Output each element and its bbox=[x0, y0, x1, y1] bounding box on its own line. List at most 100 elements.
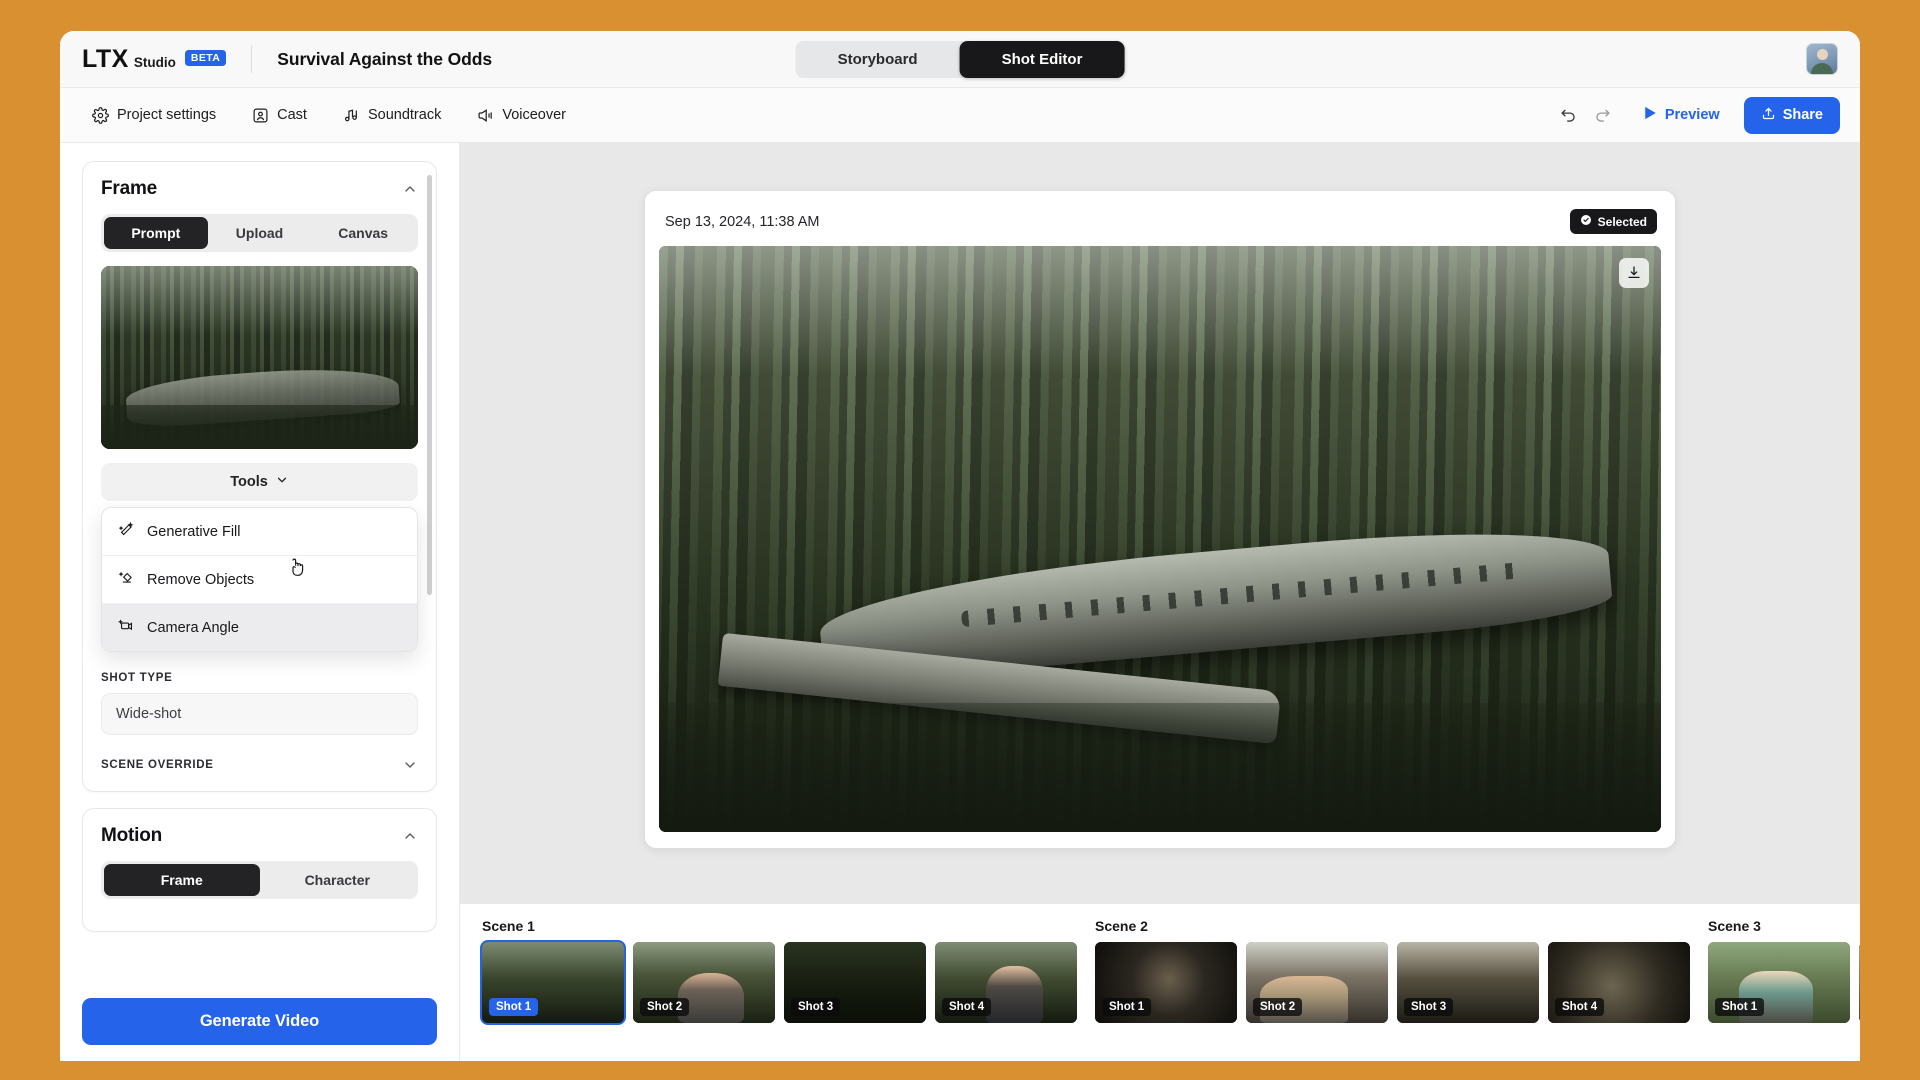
share-label: Share bbox=[1782, 107, 1823, 123]
toolbar-label-project-settings: Project settings bbox=[117, 107, 217, 123]
segment-motion-frame[interactable]: Frame bbox=[104, 864, 260, 896]
logo-text: LTX bbox=[82, 44, 129, 73]
shot-type-label: SHOT TYPE bbox=[101, 672, 173, 684]
shot-timestamp: Sep 13, 2024, 11:38 AM bbox=[665, 213, 820, 230]
undo-icon[interactable] bbox=[1552, 98, 1586, 132]
scene-label: Scene 3 bbox=[1708, 918, 1761, 934]
shot-label: Shot 1 bbox=[1715, 998, 1765, 1016]
menu-item-camera-angle[interactable]: Camera Angle bbox=[102, 558, 417, 651]
logo-studio-text: Studio bbox=[133, 55, 176, 70]
timeline-shot-thumbnail[interactable]: Shot 4 bbox=[1548, 942, 1690, 1023]
toolbar-label-cast: Cast bbox=[277, 107, 307, 123]
toolbar-item-soundtrack[interactable]: Soundtrack bbox=[333, 100, 451, 131]
redo-icon[interactable] bbox=[1586, 98, 1620, 132]
frame-panel: Frame Prompt Upload Canvas Tools Generat… bbox=[82, 161, 437, 792]
scene-label: Scene 2 bbox=[1095, 918, 1148, 934]
timeline-scene: Scene 2 Shot 1 Shot 2 Shot 3 Shot 4 bbox=[1095, 918, 1690, 1023]
shot-stage: Sep 13, 2024, 11:38 AM Selected bbox=[460, 143, 1860, 903]
segment-motion-character[interactable]: Character bbox=[260, 864, 416, 896]
timeline-shot-thumbnail[interactable]: Shot 2 bbox=[633, 942, 775, 1023]
motion-segmented: Frame Character bbox=[101, 861, 418, 899]
timeline-scene: Scene 3 Shot 1 Shot 2 bbox=[1708, 918, 1860, 1023]
camera-angle-icon bbox=[118, 617, 135, 638]
timeline-shot-thumbnail[interactable]: Shot 1 bbox=[1708, 942, 1850, 1023]
thumbnail-ground-art bbox=[101, 405, 418, 449]
toolbar-item-voiceover[interactable]: Voiceover bbox=[467, 100, 576, 131]
sidebar-scroll-area: Frame Prompt Upload Canvas Tools Generat… bbox=[82, 161, 437, 984]
avatar[interactable] bbox=[1806, 43, 1838, 75]
ltx-studio-logo[interactable]: LTX Studio bbox=[82, 44, 176, 73]
scene-shot-row: Shot 1 Shot 2 Shot 3 Shot 4 bbox=[1095, 942, 1690, 1023]
chevron-down-icon bbox=[275, 473, 289, 491]
megaphone-icon bbox=[477, 107, 494, 124]
brand: LTX Studio BETA Survival Against the Odd… bbox=[82, 44, 492, 73]
share-button[interactable]: Share bbox=[1743, 96, 1840, 134]
shot-label: Shot 1 bbox=[489, 998, 539, 1016]
shot-label: Shot 1 bbox=[1102, 998, 1152, 1016]
download-icon[interactable] bbox=[1619, 258, 1649, 288]
timeline-scene: Scene 1 Shot 1 Shot 2 Shot 3 Shot 4 bbox=[480, 918, 1077, 1025]
page-title: Survival Against the Odds bbox=[277, 48, 492, 69]
segment-upload[interactable]: Upload bbox=[208, 217, 312, 249]
toolbar-item-project-settings[interactable]: Project settings bbox=[82, 100, 226, 131]
eraser-sparkle-icon bbox=[118, 569, 135, 590]
menu-label-remove-objects: Remove Objects bbox=[147, 571, 255, 588]
gear-icon bbox=[92, 106, 109, 124]
shot-label: Shot 2 bbox=[1253, 998, 1303, 1016]
preview-label: Preview bbox=[1664, 107, 1720, 123]
magic-wand-icon bbox=[118, 521, 135, 542]
tab-storyboard[interactable]: Storyboard bbox=[796, 41, 960, 78]
generate-video-button[interactable]: Generate Video bbox=[82, 998, 437, 1045]
menu-label-camera-angle: Camera Angle bbox=[147, 619, 239, 636]
shot-preview-image[interactable] bbox=[659, 246, 1661, 832]
timeline-shot-thumbnail[interactable]: Shot 1 bbox=[480, 940, 626, 1025]
shot-label: Shot 4 bbox=[1555, 998, 1605, 1016]
shots-timeline[interactable]: Scene 1 Shot 1 Shot 2 Shot 3 Shot 4 Scene 2 Sh… bbox=[460, 903, 1860, 1061]
toolbar-label-soundtrack: Soundtrack bbox=[367, 107, 442, 123]
check-circle-icon bbox=[1580, 214, 1592, 229]
frame-title: Frame bbox=[101, 178, 158, 199]
shot-type-input[interactable] bbox=[101, 693, 418, 735]
timeline-shot-thumbnail[interactable]: Shot 1 bbox=[1095, 942, 1237, 1023]
timeline-shot-thumbnail[interactable]: Shot 2 bbox=[1859, 942, 1860, 1023]
preview-button[interactable]: Preview bbox=[1630, 98, 1734, 132]
chevron-up-icon[interactable] bbox=[402, 828, 418, 844]
app-window: LTX Studio BETA Survival Against the Odd… bbox=[60, 31, 1860, 1061]
tab-shot-editor[interactable]: Shot Editor bbox=[959, 40, 1125, 78]
chevron-up-icon[interactable] bbox=[402, 181, 418, 197]
timeline-shot-thumbnail[interactable]: Shot 2 bbox=[1246, 942, 1388, 1023]
menu-label-generative-fill: Generative Fill bbox=[147, 523, 241, 540]
status-badge-label: Selected bbox=[1597, 214, 1647, 229]
status-badge[interactable]: Selected bbox=[1569, 209, 1657, 234]
toolbar-label-voiceover: Voiceover bbox=[502, 107, 567, 123]
motion-panel-header: Motion bbox=[101, 825, 418, 847]
menu-item-generative-fill[interactable]: Generative Fill bbox=[102, 508, 417, 556]
timeline-shot-thumbnail[interactable]: Shot 3 bbox=[1397, 942, 1539, 1023]
tools-dropdown-button[interactable]: Tools bbox=[101, 463, 418, 501]
user-square-icon bbox=[252, 107, 269, 124]
timeline-shot-thumbnail[interactable]: Shot 4 bbox=[935, 942, 1077, 1023]
motion-title: Motion bbox=[101, 825, 163, 846]
menu-item-remove-objects[interactable]: Remove Objects bbox=[102, 556, 417, 604]
timeline-shot-thumbnail[interactable]: Shot 3 bbox=[784, 942, 926, 1023]
scene-shot-row: Shot 1 Shot 2 Shot 3 Shot 4 bbox=[480, 940, 1077, 1025]
music-notes-icon bbox=[343, 107, 360, 124]
frame-source-segmented: Prompt Upload Canvas bbox=[101, 214, 418, 252]
shot-label: Shot 3 bbox=[1404, 998, 1454, 1016]
scene-override-row[interactable]: SCENE OVERRIDE bbox=[101, 757, 418, 773]
tools-dropdown-menu: Generative Fill Remove Objects Camera An… bbox=[101, 507, 418, 652]
segment-canvas[interactable]: Canvas bbox=[311, 217, 415, 249]
main-content: Sep 13, 2024, 11:38 AM Selected Scene 1 … bbox=[460, 143, 1860, 1061]
play-icon bbox=[1644, 106, 1657, 124]
left-sidebar: Frame Prompt Upload Canvas Tools Generat… bbox=[60, 143, 460, 1061]
chevron-down-icon bbox=[402, 757, 418, 773]
toolbar-item-cast[interactable]: Cast bbox=[242, 100, 317, 131]
shot-label: Shot 4 bbox=[942, 998, 992, 1016]
app-body: Frame Prompt Upload Canvas Tools Generat… bbox=[60, 143, 1860, 1061]
scene-shot-row: Shot 1 Shot 2 bbox=[1708, 942, 1860, 1023]
segment-prompt[interactable]: Prompt bbox=[104, 217, 208, 249]
sidebar-scrollbar[interactable] bbox=[427, 175, 432, 595]
frame-thumbnail[interactable] bbox=[101, 266, 418, 449]
motion-panel: Motion Frame Character bbox=[82, 808, 437, 932]
shot-preview-card: Sep 13, 2024, 11:38 AM Selected bbox=[645, 191, 1675, 848]
